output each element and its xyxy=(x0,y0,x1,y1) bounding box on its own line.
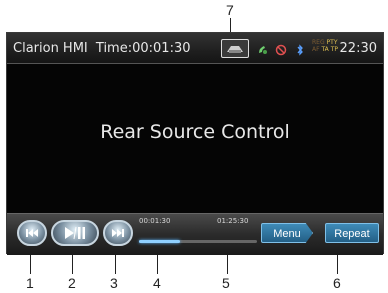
play-pause-icon xyxy=(65,226,85,240)
skip-back-icon xyxy=(26,229,38,237)
control-bar: 00:01:30 01:25:30 Menu Repeat xyxy=(7,213,383,255)
mute-icon xyxy=(275,41,287,56)
source-icon[interactable] xyxy=(221,39,249,58)
flag-ta: TA xyxy=(321,46,329,53)
clock: 22:30 xyxy=(339,41,377,56)
play-pause-button[interactable] xyxy=(51,220,99,246)
elapsed-time: 00:01:30 xyxy=(139,217,171,225)
total-time: 01:25:30 xyxy=(217,217,249,225)
previous-track-button[interactable] xyxy=(17,220,47,246)
callout-5: 5 xyxy=(222,275,230,291)
callout-6: 6 xyxy=(333,275,341,291)
flag-reg: REG xyxy=(312,39,325,46)
skip-forward-icon xyxy=(112,229,124,237)
progress-bar[interactable] xyxy=(139,240,257,243)
bluetooth-icon xyxy=(294,41,306,56)
callout-3: 3 xyxy=(110,275,118,291)
device-screen: Clarion HMI Time:00:01:30 REG PTY AF TA … xyxy=(6,32,384,255)
menu-button[interactable]: Menu xyxy=(261,223,313,243)
phone-icon xyxy=(257,41,269,54)
progress-fill xyxy=(139,240,181,243)
app-title: Clarion HMI xyxy=(13,41,88,56)
callout-2: 2 xyxy=(68,275,76,291)
callout-1: 1 xyxy=(26,275,34,291)
callout-4: 4 xyxy=(153,275,161,291)
repeat-button[interactable]: Repeat xyxy=(325,223,379,243)
flag-tp: TP xyxy=(330,46,339,53)
status-bar: Clarion HMI Time:00:01:30 REG PTY AF TA … xyxy=(7,33,383,64)
rds-flags: REG PTY AF TA TP xyxy=(312,39,338,53)
status-title: Clarion HMI Time:00:01:30 xyxy=(13,41,191,56)
flag-pty: PTY xyxy=(326,39,338,46)
elapsed-time-label: Time:00:01:30 xyxy=(95,41,191,56)
callout-7: 7 xyxy=(226,2,234,18)
main-label: Rear Source Control xyxy=(100,121,290,143)
flag-af: AF xyxy=(312,46,320,53)
next-track-button[interactable] xyxy=(103,220,133,246)
